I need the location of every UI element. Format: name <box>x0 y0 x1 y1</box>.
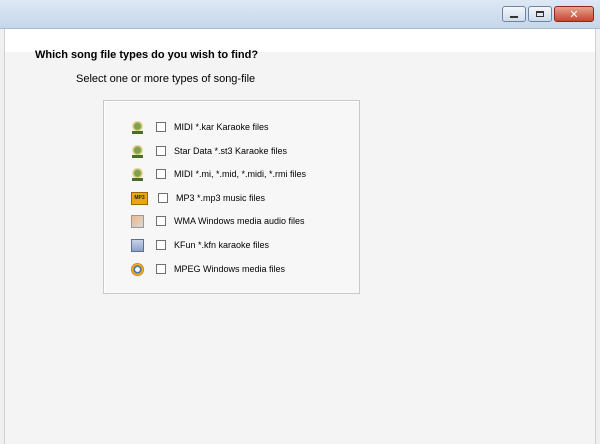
wma-checkbox[interactable] <box>156 216 166 226</box>
file-type-label: KFun *.kfn karaoke files <box>174 240 270 250</box>
kfn-file-icon <box>131 238 144 252</box>
file-type-label: MIDI *.kar Karaoke files <box>174 122 269 132</box>
dialog-body: Which song file types do you wish to fin… <box>4 29 596 444</box>
file-type-label: WMA Windows media audio files <box>174 216 305 226</box>
file-types-panel: MIDI *.kar Karaoke files Star Data *.st3… <box>103 100 360 294</box>
mp3-checkbox[interactable] <box>158 193 168 203</box>
window-controls: ✕ <box>500 6 594 22</box>
close-icon: ✕ <box>569 7 579 21</box>
file-type-row-st3[interactable]: Star Data *.st3 Karaoke files <box>131 142 287 160</box>
title-bar: ✕ <box>0 0 600 29</box>
mp3-file-icon: MP3 <box>131 191 148 205</box>
minimize-button[interactable] <box>502 6 526 22</box>
file-type-label: Star Data *.st3 Karaoke files <box>174 146 288 156</box>
kar-checkbox[interactable] <box>156 122 166 132</box>
file-type-row-mp3[interactable]: MP3 MP3 *.mp3 music files <box>131 189 265 207</box>
mpeg-checkbox[interactable] <box>156 264 166 274</box>
page-heading: Which song file types do you wish to fin… <box>35 49 259 61</box>
karaoke-file-icon <box>131 120 144 134</box>
file-type-label: MPEG Windows media files <box>174 264 286 274</box>
file-type-row-mpeg[interactable]: MPEG Windows media files <box>131 260 285 278</box>
file-type-row-midi[interactable]: MIDI *.mi, *.mid, *.midi, *.rmi files <box>131 165 306 183</box>
karaoke-file-icon <box>131 167 144 181</box>
close-button[interactable]: ✕ <box>554 6 594 22</box>
file-type-label: MIDI *.mi, *.mid, *.midi, *.rmi files <box>174 169 307 179</box>
file-type-row-kfn[interactable]: KFun *.kfn karaoke files <box>131 236 269 254</box>
maximize-button[interactable] <box>528 6 552 22</box>
mpeg-file-icon <box>131 262 144 276</box>
file-type-label: MP3 *.mp3 music files <box>176 193 266 203</box>
midi-checkbox[interactable] <box>156 169 166 179</box>
karaoke-file-icon <box>131 144 144 158</box>
page-subheading: Select one or more types of song-file <box>76 73 256 85</box>
file-type-row-kar[interactable]: MIDI *.kar Karaoke files <box>131 118 269 136</box>
wma-file-icon <box>131 214 144 228</box>
kfn-checkbox[interactable] <box>156 240 166 250</box>
maximize-icon <box>536 11 544 17</box>
file-type-row-wma[interactable]: WMA Windows media audio files <box>131 212 305 230</box>
st3-checkbox[interactable] <box>156 146 166 156</box>
minimize-icon <box>510 16 518 18</box>
